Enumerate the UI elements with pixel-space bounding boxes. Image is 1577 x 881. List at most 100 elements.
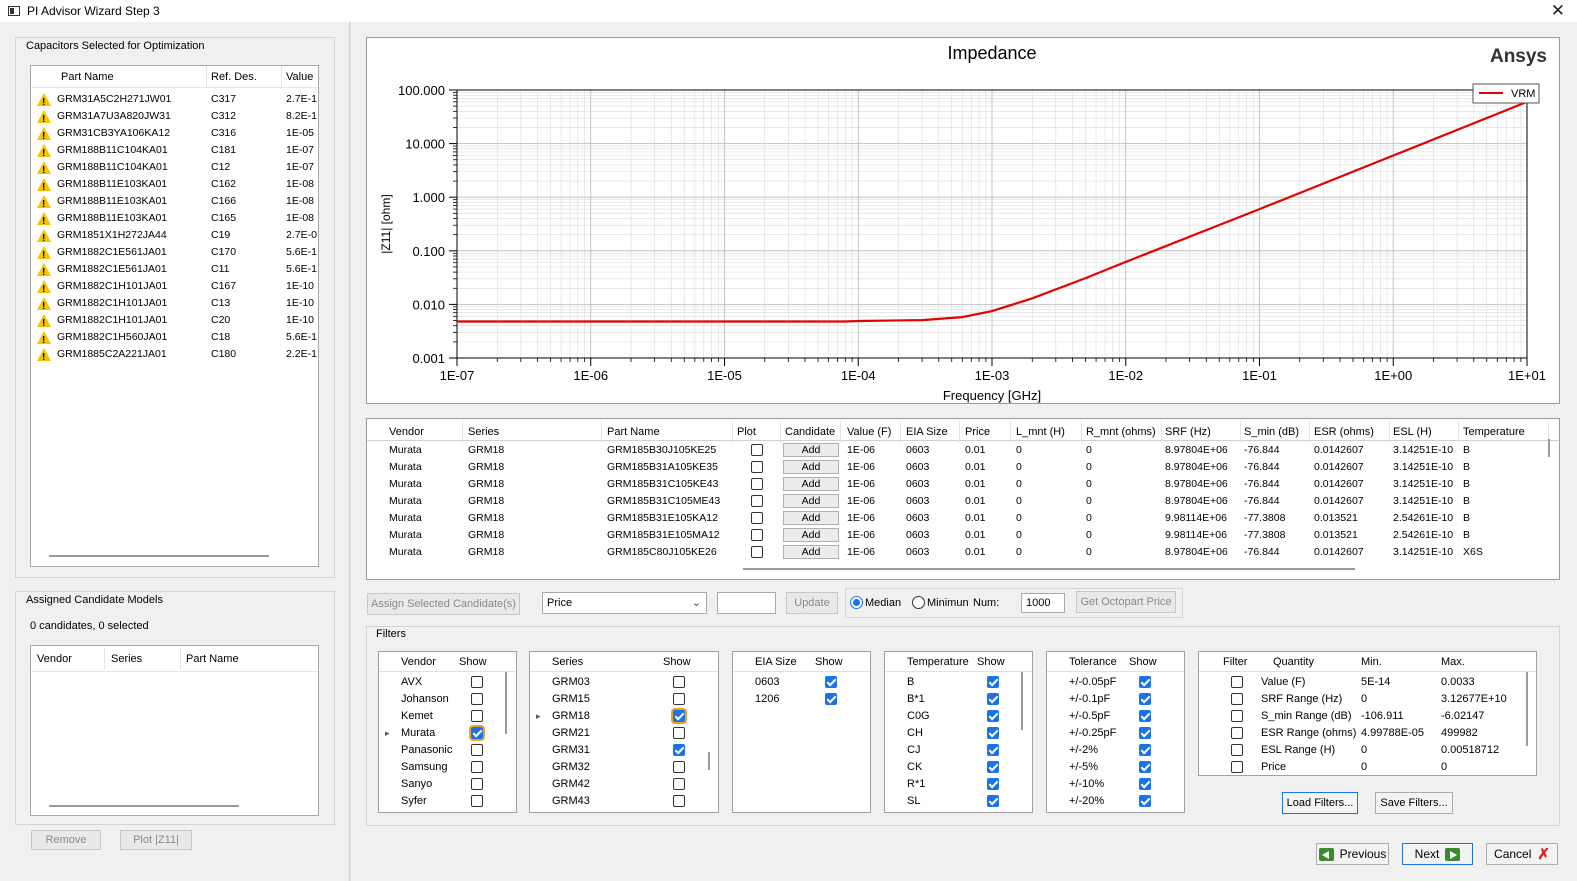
temperature-show-checkbox[interactable] [987,761,999,773]
quantity-filter[interactable]: Filter Quantity Min. Max. Value (F) 5E-14 0.00… [1198,651,1537,776]
temperature-filter[interactable]: Temperature Show B B*1 C0G CH CJ CK R*1 SL [884,651,1033,813]
series-filter-row[interactable]: GRM32 [530,759,718,776]
quantity-cell[interactable]: 499982 [1441,725,1478,742]
eia-show-checkbox[interactable] [825,676,837,688]
caps-header-value[interactable]: Value [282,66,322,88]
candidate-header-13[interactable]: ESL (H) [1389,421,1459,443]
tolerance-filter-row[interactable]: +/-20% [1047,793,1184,810]
temperature-show-checkbox[interactable] [987,744,999,756]
series-show-checkbox[interactable] [673,795,685,807]
tolerance-filter-row[interactable]: +/-10% [1047,776,1184,793]
quantity-cell[interactable]: 3.12677E+10 [1441,691,1507,708]
temperature-show-checkbox[interactable] [987,710,999,722]
assigned-header-vendor[interactable]: Vendor [33,648,105,670]
caps-row[interactable]: GRM188B11C104KA01 C12 1E-07 [31,159,318,179]
quantity-cell[interactable]: 0 [1361,742,1367,759]
temperature-filter-row[interactable]: C0G [885,708,1032,725]
temperature-show-checkbox[interactable] [987,778,999,790]
candidate-header-7[interactable]: Price [961,421,1011,443]
assign-selected-button[interactable]: Assign Selected Candidate(s) [367,593,520,615]
tolerance-show-checkbox[interactable] [1139,761,1151,773]
save-filters-button[interactable]: Save Filters... [1375,792,1453,814]
caps-header-part[interactable]: Part Name [57,66,207,88]
caps-row[interactable]: GRM1882C1H560JA01 C18 5.6E-1 [31,329,318,349]
quantity-cell[interactable]: 0 [1361,759,1367,776]
load-filters-button[interactable]: Load Filters... [1282,792,1358,814]
update-button[interactable]: Update [786,592,838,614]
plot-checkbox[interactable] [751,461,763,473]
quantity-filter-checkbox[interactable] [1231,744,1243,756]
caps-row[interactable]: GRM1882C1H101JA01 C13 1E-10 [31,295,318,315]
add-candidate-button[interactable]: Add [783,477,839,491]
caps-row[interactable]: GRM31CB3YA106KA12 C316 1E-05 [31,125,318,145]
vendor-show-checkbox[interactable] [471,795,483,807]
eia-show-checkbox[interactable] [825,693,837,705]
temperature-filter-row[interactable]: CJ [885,742,1032,759]
candidate-row[interactable]: Murata GRM18 GRM185B31E105MA12 1E-06 0603 0.0… [367,527,1547,544]
vendor-show-checkbox[interactable] [469,725,485,741]
caps-scrollbar[interactable] [49,555,269,557]
plot-checkbox[interactable] [751,546,763,558]
remove-button[interactable]: Remove [31,830,101,850]
quantity-cell[interactable]: 0.00518712 [1441,742,1499,759]
series-show-checkbox[interactable] [671,708,687,724]
vendor-show-checkbox[interactable] [471,778,483,790]
candidate-header-14[interactable]: Temperature [1459,421,1549,443]
vendor-show-checkbox[interactable] [471,744,483,756]
tolerance-filter-row[interactable]: +/-5% [1047,759,1184,776]
previous-button[interactable]: Previous [1316,843,1389,865]
caps-row[interactable]: GRM188B11E103KA01 C162 1E-08 [31,176,318,196]
candidate-row[interactable]: Murata GRM18 GRM185B31C105KE43 1E-06 0603 0.0… [367,476,1547,493]
vendor-filter-row[interactable]: Kemet [379,708,516,725]
caps-row[interactable]: GRM1851X1H272JA44 C19 2.7E-0 [31,227,318,247]
tolerance-filter[interactable]: Tolerance Show +/-0.05pF +/-0.1pF +/-0.5pF +/… [1046,651,1185,813]
vendor-show-checkbox[interactable] [471,676,483,688]
minimum-radio[interactable] [912,596,925,609]
series-filter-row[interactable]: GRM21 [530,725,718,742]
caps-row[interactable]: GRM1882C1E561JA01 C170 5.6E-1 [31,244,318,264]
tolerance-show-checkbox[interactable] [1139,778,1151,790]
cancel-button[interactable]: Cancel ✗ [1486,843,1558,865]
quantity-scrollbar[interactable] [1526,672,1528,746]
assigned-header-series[interactable]: Series [107,648,181,670]
assigned-header-part[interactable]: Part Name [182,648,318,670]
candidate-header-11[interactable]: S_min (dB) [1240,421,1310,443]
caps-row[interactable]: GRM31A7U3A820JW31 C312 8.2E-1 [31,108,318,128]
caps-row[interactable]: GRM31A5C2H271JW01 C317 2.7E-1 [31,91,318,111]
caps-row[interactable]: GRM188B11C104KA01 C181 1E-07 [31,142,318,162]
quantity-filter-row[interactable]: Price 0 0 [1199,759,1536,776]
series-filter-row[interactable]: GRM15 [530,691,718,708]
tolerance-filter-row[interactable]: +/-0.05pF [1047,674,1184,691]
series-filter[interactable]: Series Show GRM03 GRM15 ▸ GRM18 GRM21 GRM31 GRM3… [529,651,719,813]
candidate-header-0[interactable]: Vendor [385,421,463,443]
candidate-header-4[interactable]: Candidate [781,421,841,443]
tolerance-show-checkbox[interactable] [1139,710,1151,722]
vendor-filter-row[interactable]: Samsung [379,759,516,776]
vendor-filter-row[interactable]: AVX [379,674,516,691]
add-candidate-button[interactable]: Add [783,528,839,542]
temperature-filter-row[interactable]: B [885,674,1032,691]
temperature-show-checkbox[interactable] [987,693,999,705]
tolerance-filter-row[interactable]: +/-0.25pF [1047,725,1184,742]
vendor-show-checkbox[interactable] [471,761,483,773]
vendor-filter-row[interactable]: ▸ Murata [379,725,516,742]
series-filter-row[interactable]: GRM42 [530,776,718,793]
quantity-cell[interactable]: 4.99788E-05 [1361,725,1424,742]
tolerance-show-checkbox[interactable] [1139,693,1151,705]
temperature-scrollbar[interactable] [1021,672,1023,730]
num-input[interactable]: 1000 [1021,593,1065,613]
series-filter-row[interactable]: GRM31 [530,742,718,759]
candidate-row[interactable]: Murata GRM18 GRM185B30J105KE25 1E-06 0603 0.0… [367,442,1547,459]
candidate-header-8[interactable]: L_mnt (H) [1012,421,1082,443]
assigned-scrollbar[interactable] [49,805,239,807]
candidate-header-12[interactable]: ESR (ohms) [1310,421,1390,443]
add-candidate-button[interactable]: Add [783,460,839,474]
quantity-filter-row[interactable]: Value (F) 5E-14 0.0033 [1199,674,1536,691]
tolerance-show-checkbox[interactable] [1139,676,1151,688]
series-show-checkbox[interactable] [673,676,685,688]
quantity-filter-checkbox[interactable] [1231,761,1243,773]
caps-header-ref[interactable]: Ref. Des. [207,66,282,88]
plot-checkbox[interactable] [751,478,763,490]
eia-filter[interactable]: EIA Size Show 0603 1206 [732,651,871,813]
caps-row[interactable]: GRM1882C1H101JA01 C167 1E-10 [31,278,318,298]
